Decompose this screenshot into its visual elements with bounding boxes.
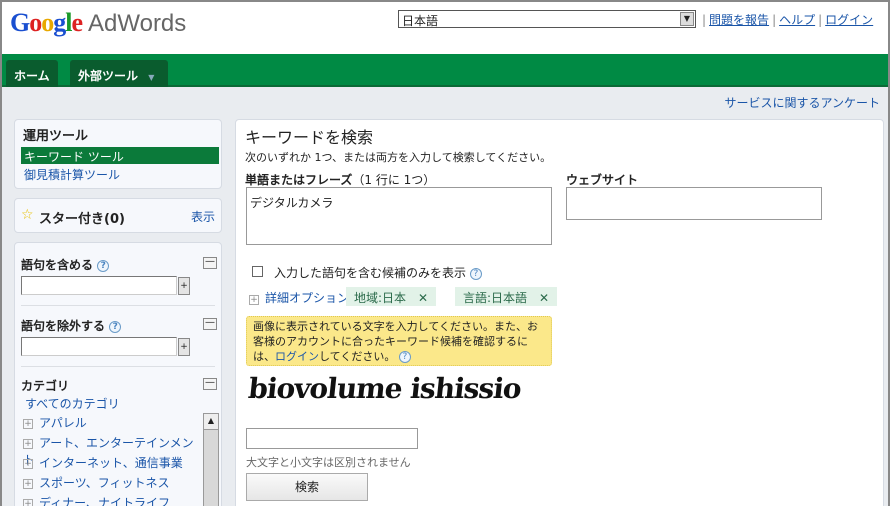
- expand-icon: +: [249, 295, 259, 305]
- expand-icon[interactable]: +: [23, 458, 33, 469]
- collapse-include-button[interactable]: —: [203, 257, 217, 269]
- category-item[interactable]: + ディナー、ナイトライフ: [23, 494, 201, 506]
- category-item[interactable]: + アート、エンターテインメント: [23, 434, 201, 467]
- google-adwords-logo: Google AdWords: [10, 8, 187, 37]
- add-exclude-button[interactable]: +: [178, 338, 190, 356]
- help-icon[interactable]: ?: [469, 267, 482, 280]
- scroll-up-icon[interactable]: ▲: [204, 414, 218, 430]
- collapse-category-button[interactable]: —: [203, 378, 217, 390]
- all-categories-link[interactable]: すべてのカテゴリ: [25, 395, 120, 412]
- collapse-exclude-button[interactable]: —: [203, 318, 217, 330]
- location-chip: 地域:日本 ✕: [346, 287, 437, 306]
- survey-link[interactable]: サービスに関するアンケート: [724, 94, 880, 111]
- words-textarea[interactable]: デジタルカメラ: [246, 187, 552, 245]
- starred-panel: ☆ スター付き(0) 表示: [14, 198, 222, 233]
- category-item[interactable]: + スポーツ、フィットネス: [23, 474, 201, 494]
- starred-label: スター付き(0): [39, 212, 125, 227]
- words-label: 単語またはフレーズ（1 行に 1つ）: [245, 173, 436, 187]
- filter-panel: 語句を含める ? — + 語句を除外する ? — + カテゴリ — すべてのカテ…: [14, 242, 222, 506]
- remove-icon[interactable]: ✕: [418, 291, 428, 305]
- sidebar-item-keyword-tool[interactable]: キーワード ツール: [21, 147, 219, 164]
- tab-external-tools[interactable]: 外部ツール ▼: [70, 60, 168, 87]
- page: Google AdWords 日本語 ▼ | 問題を報告 | ヘルプ | ログイン ホーム 外…: [0, 0, 890, 506]
- page-title: キーワードを検索: [245, 128, 374, 147]
- captcha-image: biovolume ishissio: [246, 372, 523, 405]
- tools-panel: 運用ツール キーワード ツール 御見積計算ツール: [14, 119, 222, 189]
- starred-show-link[interactable]: 表示: [191, 208, 215, 225]
- subtitle: 次のいずれか 1つ、または両方を入力して検索してください。: [245, 151, 552, 164]
- include-label: 語句を含める ?: [21, 256, 110, 273]
- advanced-options-toggle[interactable]: + 詳細オプション: [249, 289, 349, 306]
- website-label: ウェブサイト: [566, 173, 639, 187]
- help-link[interactable]: ヘルプ: [779, 13, 815, 27]
- tab-home[interactable]: ホーム: [6, 60, 58, 87]
- divider: [21, 366, 215, 367]
- login-notice: 画像に表示されている文字を入力してください。また、お客様のアカウントに合ったキー…: [246, 316, 552, 366]
- language-select[interactable]: 日本語 ▼: [398, 10, 696, 28]
- include-only-checkbox[interactable]: [252, 266, 263, 277]
- add-include-button[interactable]: +: [178, 277, 190, 295]
- expand-icon[interactable]: +: [23, 418, 33, 429]
- advanced-options-link[interactable]: 詳細オプション: [265, 291, 349, 305]
- star-icon: ☆: [21, 207, 34, 223]
- category-item[interactable]: + アパレル: [23, 414, 201, 434]
- help-icon[interactable]: ?: [97, 259, 110, 272]
- category-scrollbar[interactable]: ▲: [203, 413, 219, 506]
- sidebar-item-estimator[interactable]: 御見積計算ツール: [24, 166, 120, 183]
- dropdown-arrow-icon: ▼: [148, 73, 155, 82]
- category-label: カテゴリ: [21, 379, 70, 393]
- search-button[interactable]: 検索: [246, 473, 368, 501]
- expand-icon[interactable]: +: [23, 498, 33, 506]
- captcha-input[interactable]: [246, 428, 418, 449]
- exclude-input[interactable]: [21, 337, 177, 356]
- main-panel: キーワードを検索 次のいずれか 1つ、または両方を入力して検索してください。 単…: [235, 119, 884, 506]
- help-icon[interactable]: ?: [398, 351, 411, 363]
- website-input[interactable]: [566, 187, 822, 220]
- report-problem-link[interactable]: 問題を報告: [709, 13, 769, 27]
- notice-login-link[interactable]: ログイン: [275, 350, 319, 363]
- exclude-label: 語句を除外する ?: [21, 317, 122, 334]
- remove-icon[interactable]: ✕: [539, 291, 549, 305]
- category-item[interactable]: + インターネット、通信事業: [23, 454, 201, 474]
- divider: [21, 305, 215, 306]
- language-chip: 言語:日本語 ✕: [455, 287, 558, 306]
- tools-title: 運用ツール: [23, 129, 89, 144]
- category-list: + アパレル + アート、エンターテインメント + インターネット、通信事業 + スポー…: [23, 414, 201, 506]
- expand-icon[interactable]: +: [23, 438, 33, 449]
- chevron-down-icon: ▼: [680, 12, 694, 26]
- top-links: | 問題を報告 | ヘルプ | ログイン: [702, 13, 874, 27]
- checkbox-label: 入力した語句を含む候補のみを表示 ?: [274, 264, 482, 281]
- include-input[interactable]: [21, 276, 177, 295]
- expand-icon[interactable]: +: [23, 478, 33, 489]
- help-icon[interactable]: ?: [109, 320, 122, 333]
- case-note: 大文字と小文字は区別されません: [246, 456, 411, 469]
- login-link[interactable]: ログイン: [825, 13, 873, 27]
